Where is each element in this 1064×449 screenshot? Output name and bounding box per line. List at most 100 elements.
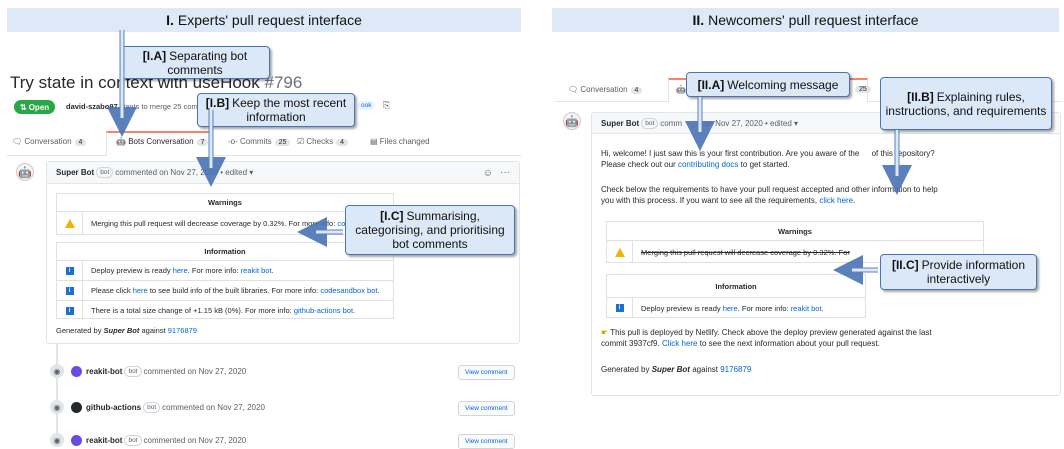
- callout-ic: [I.C] Summarising, categorising, and prio…: [345, 205, 515, 255]
- deploy-mid: . For more info:: [737, 303, 789, 313]
- pull-request-icon: ⇅: [20, 102, 27, 112]
- info-row-link[interactable]: here: [173, 266, 188, 275]
- warning-text-struck: Merging this pull request will decrease …: [641, 247, 850, 257]
- callout-iia-tag: [II.A]: [697, 77, 725, 92]
- comment-header: Super Bot bot commented on Nov 27, 2020 …: [47, 162, 519, 184]
- info-row-text: There is a total size change of +1.15 kB…: [91, 306, 292, 315]
- left-header-number: I.: [166, 12, 174, 28]
- robot-icon: 🤖: [565, 115, 579, 128]
- pr-author[interactable]: david-szabo97: [66, 102, 118, 111]
- info-row-bot-link[interactable]: codesandbox bot: [320, 286, 377, 295]
- speech-bubble-icon: 🗨: [568, 85, 579, 94]
- generated-by: Generated by Super Bot against 9176879: [56, 326, 197, 335]
- callout-ia: [I.A] Separating bot comments: [120, 46, 270, 79]
- info-row-mid: to see build info of the built libraries…: [149, 286, 319, 295]
- info-row: i Deploy preview is ready here. For more…: [57, 260, 393, 280]
- pr-branch: ook: [358, 101, 375, 110]
- event-author[interactable]: reakit-bot: [86, 367, 122, 376]
- callout-ic-text: Summarising, categorising, and prioritis…: [355, 209, 505, 251]
- welcome-line-2b: to get started.: [740, 160, 790, 169]
- event-author[interactable]: reakit-bot: [86, 436, 122, 445]
- warning-row: Merging this pull request will decrease …: [57, 211, 393, 235]
- callout-iic-tag: [II.C]: [891, 258, 919, 272]
- deploy-bot-link[interactable]: reakit bot: [791, 304, 822, 313]
- generated-mid: against: [692, 365, 718, 374]
- robot-icon: 🤖: [676, 85, 686, 94]
- checks-icon: ☑: [297, 137, 305, 146]
- information-table: Information i Deploy preview is ready he…: [606, 274, 866, 318]
- tab-commits[interactable]: -o- Commits 25: [228, 137, 291, 146]
- generated-sha-link[interactable]: 9176879: [720, 365, 751, 374]
- warnings-header: Warnings: [208, 198, 242, 207]
- warning-text: Merging this pull request will decrease …: [91, 219, 336, 228]
- info-row-link[interactable]: here: [133, 286, 148, 295]
- requirements-line-2: you with this process. If you want to se…: [601, 196, 818, 205]
- generated-prefix: Generated by: [56, 326, 102, 335]
- netlify-line-2b: to see the next information about your p…: [699, 339, 880, 348]
- netlify-message: ☛ This pull is deployed by Netlify. Chec…: [601, 327, 932, 349]
- welcome-line-1b: of this repository?: [871, 149, 935, 158]
- tab-files-changed[interactable]: ▤ Files changed: [370, 137, 430, 146]
- timeline-event: ◉ reakit-bot bot commented on Nov 27, 20…: [50, 364, 246, 378]
- copy-icon[interactable]: ⎘: [383, 100, 390, 111]
- tab-commits-count-badge: 25: [855, 86, 871, 93]
- generated-mid: against: [141, 326, 166, 335]
- tab-conversation[interactable]: 🗨 Conversation 4: [12, 137, 87, 146]
- requirements-link[interactable]: click here: [819, 196, 853, 205]
- view-comment-button[interactable]: View comment: [458, 401, 515, 416]
- info-row-end: .: [353, 306, 356, 315]
- tab-commits-label: Commits: [240, 137, 272, 146]
- netlify-line-2a: commit 3937cf9.: [601, 339, 660, 348]
- robot-icon: 🤖: [116, 137, 126, 146]
- tab-bots-conversation[interactable]: 🤖 Bots Conversation 7: [116, 137, 209, 146]
- info-row-bot-link[interactable]: github-actions bot: [294, 306, 353, 315]
- callout-iia: [II.A] Welcoming message: [686, 72, 850, 97]
- pr-open-badge: ⇅ Open: [14, 100, 56, 114]
- callout-iia-text: Welcoming message: [727, 77, 839, 92]
- callout-ia-text: Separating bot comments: [167, 48, 248, 77]
- requirements-line-1: Check below the requirements to have you…: [601, 185, 938, 194]
- callout-iib-tag: [II.B]: [907, 89, 934, 104]
- event-meta: commented on Nov 27, 2020: [162, 402, 265, 412]
- bot-label: bot: [143, 401, 161, 413]
- info-row-end: .: [377, 286, 380, 295]
- callout-ib-tag: [I.B]: [205, 96, 230, 110]
- requirements-text: Check below the requirements to have you…: [601, 185, 938, 205]
- info-row-end: .: [271, 266, 274, 275]
- info-icon: i: [65, 306, 74, 315]
- tab-commits-count[interactable]: 25: [852, 84, 871, 93]
- callout-ib-text: Keep the most recent information: [232, 96, 347, 124]
- warnings-header: Warnings: [778, 226, 812, 236]
- comment-author[interactable]: Super Bot: [601, 119, 639, 128]
- tab-checks[interactable]: ☑ Checks 4: [297, 137, 348, 146]
- comment-author[interactable]: Super Bot: [56, 168, 94, 177]
- smiley-icon[interactable]: ☺: [483, 168, 493, 179]
- right-header-text: Newcomers' pull request interface: [708, 12, 919, 28]
- netlify-line-1: This pull is deployed by Netlify. Check …: [610, 328, 932, 337]
- left-panel-header: I. Experts' pull request interface: [7, 8, 521, 32]
- generated-bot: Super Bot: [651, 365, 690, 374]
- info-row-mid: . For more info:: [187, 266, 239, 275]
- netlify-click-here-link[interactable]: Click here: [662, 339, 698, 348]
- tab-files-changed-label: Files changed: [379, 137, 430, 146]
- left-header-text: Experts' pull request interface: [177, 12, 362, 28]
- information-table: Information i Deploy preview is ready he…: [56, 242, 394, 320]
- info-row: i Please click here to see build info of…: [57, 280, 393, 300]
- pr-number: #796: [264, 73, 303, 92]
- tab-conversation[interactable]: 🗨 Conversation 4: [568, 85, 643, 94]
- generated-sha-link[interactable]: 9176879: [168, 326, 197, 335]
- tab-bots-conversation-count: 7: [196, 139, 209, 146]
- super-bot-avatar: 🤖: [563, 112, 581, 130]
- view-comment-button[interactable]: View comment: [458, 365, 515, 380]
- generated-by: Generated by Super Bot against 9176879: [601, 365, 751, 374]
- event-author[interactable]: github-actions: [86, 403, 141, 412]
- tab-commits-count: 25: [274, 139, 291, 146]
- info-row-bot-link[interactable]: reakit bot: [241, 266, 272, 275]
- contributing-docs-link[interactable]: contributing docs: [678, 160, 738, 169]
- pr-open-label: Open: [28, 102, 50, 112]
- deploy-here-link[interactable]: here: [723, 304, 738, 313]
- pointing-hand-icon: ☛: [601, 328, 609, 337]
- ellipsis-icon[interactable]: ···: [500, 167, 510, 178]
- reakit-avatar: [71, 365, 82, 377]
- information-header: Information: [715, 281, 757, 291]
